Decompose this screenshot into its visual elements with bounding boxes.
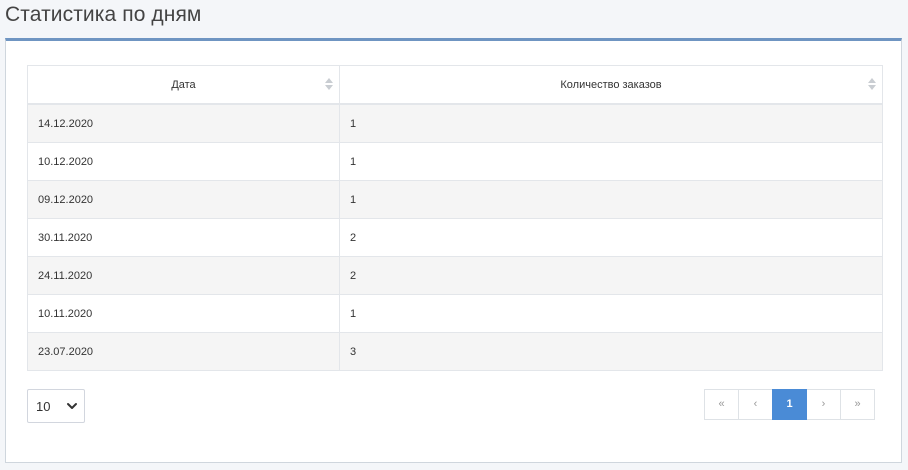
pagination-prev-button[interactable]: ‹ <box>738 389 773 420</box>
cell-orders-count: 2 <box>339 218 883 257</box>
table-row: 23.07.2020 3 <box>27 332 883 371</box>
cell-orders-count: 1 <box>339 103 883 143</box>
cell-date: 10.12.2020 <box>27 142 340 181</box>
table-row: 30.11.2020 2 <box>27 218 883 257</box>
stats-table: Дата Количество заказов 14.12.2020 1 10.… <box>27 65 883 371</box>
table-header-row: Дата Количество заказов <box>27 65 883 105</box>
pagination: « ‹ 1 › » <box>704 389 875 420</box>
page-size-select[interactable]: 10 <box>27 389 85 423</box>
pagination-next-button[interactable]: › <box>806 389 841 420</box>
cell-orders-count: 2 <box>339 256 883 295</box>
table-row: 09.12.2020 1 <box>27 180 883 219</box>
pagination-page-button[interactable]: 1 <box>772 389 807 420</box>
cell-date: 24.11.2020 <box>27 256 340 295</box>
cell-date: 09.12.2020 <box>27 180 340 219</box>
table-row: 10.11.2020 1 <box>27 294 883 333</box>
column-header-date[interactable]: Дата <box>27 65 340 105</box>
page-size-value: 10 <box>36 399 51 414</box>
sort-icon <box>868 78 876 92</box>
cell-date: 30.11.2020 <box>27 218 340 257</box>
cell-orders-count: 3 <box>339 332 883 371</box>
cell-orders-count: 1 <box>339 180 883 219</box>
chevron-down-icon <box>66 400 78 412</box>
cell-date: 10.11.2020 <box>27 294 340 333</box>
cell-date: 23.07.2020 <box>27 332 340 371</box>
sort-icon <box>325 78 333 92</box>
page-title: Статистика по дням <box>5 3 202 26</box>
cell-orders-count: 1 <box>339 294 883 333</box>
table-row: 10.12.2020 1 <box>27 142 883 181</box>
pagination-first-button[interactable]: « <box>704 389 739 420</box>
column-header-label: Дата <box>171 78 196 91</box>
stats-card: Дата Количество заказов 14.12.2020 1 10.… <box>5 38 902 463</box>
table-row: 24.11.2020 2 <box>27 256 883 295</box>
column-header-orders-count[interactable]: Количество заказов <box>339 65 883 105</box>
column-header-label: Количество заказов <box>560 78 662 91</box>
cell-orders-count: 1 <box>339 142 883 181</box>
pagination-last-button[interactable]: » <box>840 389 875 420</box>
cell-date: 14.12.2020 <box>27 103 340 143</box>
table-row: 14.12.2020 1 <box>27 103 883 143</box>
